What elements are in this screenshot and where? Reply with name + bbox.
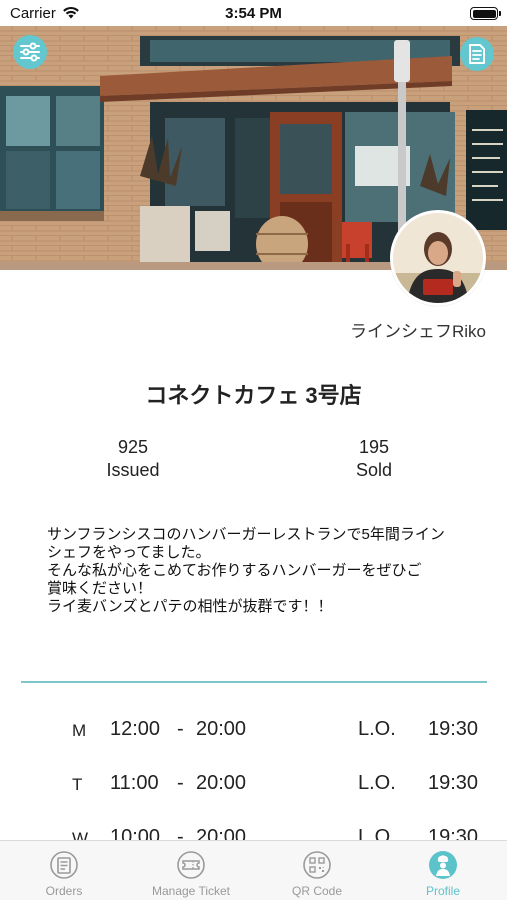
stat-issued-label: Issued	[106, 460, 160, 480]
hours-close: 20:00	[196, 718, 247, 740]
document-icon	[469, 44, 485, 64]
profile-description: サンフランシスコのハンバーガーレストランで5年間ライン シェフをやってました。 …	[47, 526, 445, 615]
section-divider	[21, 681, 487, 683]
filter-settings-button[interactable]	[13, 35, 47, 69]
tab-profile[interactable]: Profile	[388, 847, 498, 899]
hours-row-wednesday: W 10:00 - 20:00 L.O. 19:30	[0, 814, 507, 840]
last-order-label: L.O.	[358, 718, 396, 740]
clock: 3:54 PM	[225, 5, 282, 22]
tab-bar: Orders Manage Ticket QR Code Profile	[0, 840, 507, 900]
hours-close: 20:00	[196, 772, 247, 794]
last-order-time: 19:30	[428, 718, 479, 740]
document-button[interactable]	[460, 37, 494, 71]
tab-qr-code[interactable]: QR Code	[262, 847, 372, 899]
chef-profile-icon	[429, 851, 457, 879]
ticket-icon	[177, 851, 205, 879]
chef-avatar[interactable]	[390, 210, 486, 306]
tab-orders[interactable]: Orders	[9, 847, 119, 899]
battery-icon	[470, 7, 501, 20]
shop-title: コネクトカフェ 3号店	[145, 383, 362, 408]
tab-manage-ticket-label: Manage Ticket	[151, 884, 231, 898]
status-bar: Carrier 3:54 PM	[0, 0, 507, 26]
hours-close: 20:00	[196, 826, 247, 840]
hours-open: 12:00	[110, 718, 161, 740]
stat-sold-value: 195	[358, 437, 390, 457]
hours-row-monday: M 12:00 - 20:00 L.O. 19:30	[0, 706, 507, 756]
tab-qr-code-label: QR Code	[291, 884, 343, 898]
stat-issued: 925 Issued	[63, 436, 203, 482]
hours-day: M	[72, 721, 87, 740]
business-hours-list[interactable]: M 12:00 - 20:00 L.O. 19:30 T 11:00 - 20:…	[0, 706, 507, 840]
hours-row-tuesday: T 11:00 - 20:00 L.O. 19:30	[0, 760, 507, 810]
hours-day: T	[72, 775, 83, 794]
sliders-icon	[20, 42, 40, 62]
last-order-label: L.O.	[358, 772, 396, 794]
hours-day: W	[72, 829, 89, 840]
hours-open: 11:00	[110, 772, 159, 794]
orders-icon	[50, 851, 78, 879]
tab-orders-label: Orders	[45, 884, 83, 898]
hours-dash: -	[177, 826, 184, 840]
stat-issued-value: 925	[117, 437, 149, 457]
stat-sold-label: Sold	[355, 460, 393, 480]
chef-name: ラインシェフRiko	[349, 322, 486, 341]
hours-dash: -	[177, 772, 184, 794]
tab-profile-label: Profile	[425, 884, 460, 898]
qr-code-icon	[303, 851, 331, 879]
last-order-time: 19:30	[428, 826, 479, 840]
hours-open: 10:00	[110, 826, 161, 840]
tab-manage-ticket[interactable]: Manage Ticket	[136, 847, 246, 899]
hours-dash: -	[177, 718, 184, 740]
last-order-label: L.O.	[358, 826, 396, 840]
last-order-time: 19:30	[428, 772, 479, 794]
stat-sold: 195 Sold	[304, 436, 444, 482]
